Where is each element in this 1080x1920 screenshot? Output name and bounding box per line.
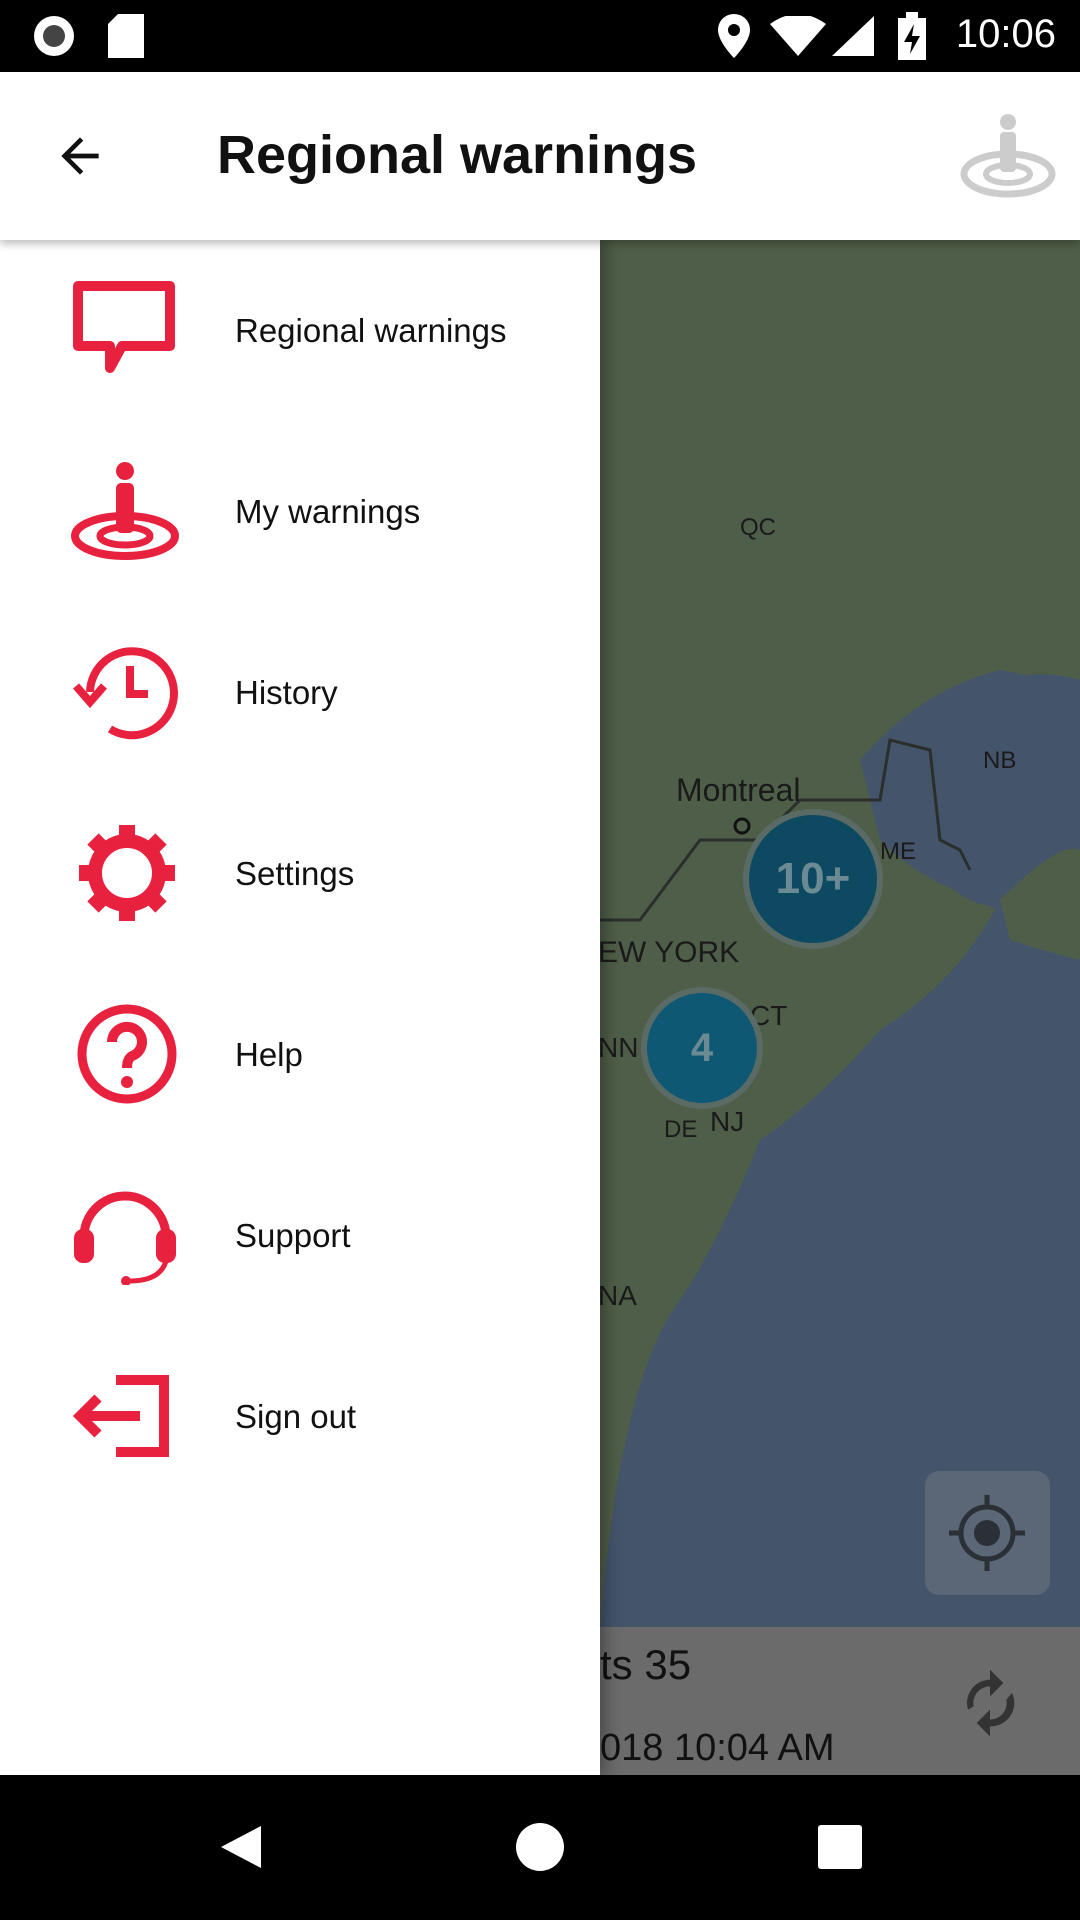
drawer-item-my-warnings[interactable]: My warnings xyxy=(0,421,600,602)
recents-nav-icon[interactable] xyxy=(818,1825,862,1869)
gear-icon xyxy=(79,825,175,921)
map-label-nb: NB xyxy=(983,747,1017,774)
home-nav-icon[interactable] xyxy=(515,1822,565,1872)
drawer-item-label: Settings xyxy=(235,855,355,892)
cluster-count: 10+ xyxy=(775,854,851,903)
app-bar: Regional warnings xyxy=(0,72,1080,240)
drawer-item-label: History xyxy=(235,674,338,711)
map-label-nj: NJ xyxy=(710,1106,745,1137)
drawer-item-label: Support xyxy=(235,1217,351,1254)
system-nav-bar xyxy=(0,1775,1080,1920)
battery-charging-icon xyxy=(898,12,926,60)
clock: 10:06 xyxy=(955,12,1056,56)
navigation-drawer: Regional warnings My warnings History Se… xyxy=(0,240,600,1775)
location-icon xyxy=(718,14,750,58)
map-label-de: DE xyxy=(664,1116,698,1143)
warnings-count: ts 35 xyxy=(600,1641,692,1688)
help-icon xyxy=(77,1004,177,1104)
history-icon xyxy=(72,647,178,740)
my-location-button[interactable] xyxy=(925,1471,1050,1595)
map-label-me: ME xyxy=(880,838,916,865)
drawer-item-sign-out[interactable]: Sign out xyxy=(0,1326,600,1507)
sign-out-icon xyxy=(72,1375,169,1457)
wifi-icon xyxy=(770,16,826,56)
map-label-nn: NN xyxy=(598,1032,639,1063)
status-bar: 10:06 xyxy=(0,0,1080,72)
map-label-qc: QC xyxy=(740,514,776,541)
back-nav-icon[interactable] xyxy=(215,1822,265,1872)
signal-icon xyxy=(832,16,874,56)
drawer-item-label: Regional warnings xyxy=(235,312,507,349)
drawer-item-support[interactable]: Support xyxy=(0,1145,600,1326)
sd-card-icon xyxy=(108,14,144,58)
person-pin-icon xyxy=(71,462,179,560)
drawer-item-help[interactable]: Help xyxy=(0,964,600,1145)
drawer-item-label: My warnings xyxy=(235,493,421,530)
my-location-person-icon[interactable] xyxy=(960,112,1056,202)
cluster-count: 4 xyxy=(690,1025,714,1070)
refresh-icon[interactable] xyxy=(950,1663,1030,1743)
city-dot xyxy=(733,817,751,835)
map-label-na: NA xyxy=(598,1280,637,1311)
cluster-marker[interactable]: 4 xyxy=(641,987,763,1109)
drawer-item-label: Sign out xyxy=(235,1398,357,1435)
map-label-new-york: EW YORK xyxy=(598,936,740,969)
map-label-montreal: Montreal xyxy=(676,772,801,808)
speech-bubble-icon xyxy=(73,281,175,373)
record-icon xyxy=(34,16,74,56)
last-updated: 018 10:04 AM xyxy=(600,1727,835,1769)
headset-icon xyxy=(74,1191,176,1285)
cluster-marker[interactable]: 10+ xyxy=(743,809,883,949)
drawer-item-label: Help xyxy=(235,1036,303,1073)
page-title: Regional warnings xyxy=(217,125,698,185)
drawer-item-history[interactable]: History xyxy=(0,602,600,783)
arrow-back-icon[interactable] xyxy=(52,128,108,184)
crosshair-icon xyxy=(949,1495,1025,1571)
drawer-item-settings[interactable]: Settings xyxy=(0,783,600,964)
drawer-item-regional-warnings[interactable]: Regional warnings xyxy=(0,240,600,421)
